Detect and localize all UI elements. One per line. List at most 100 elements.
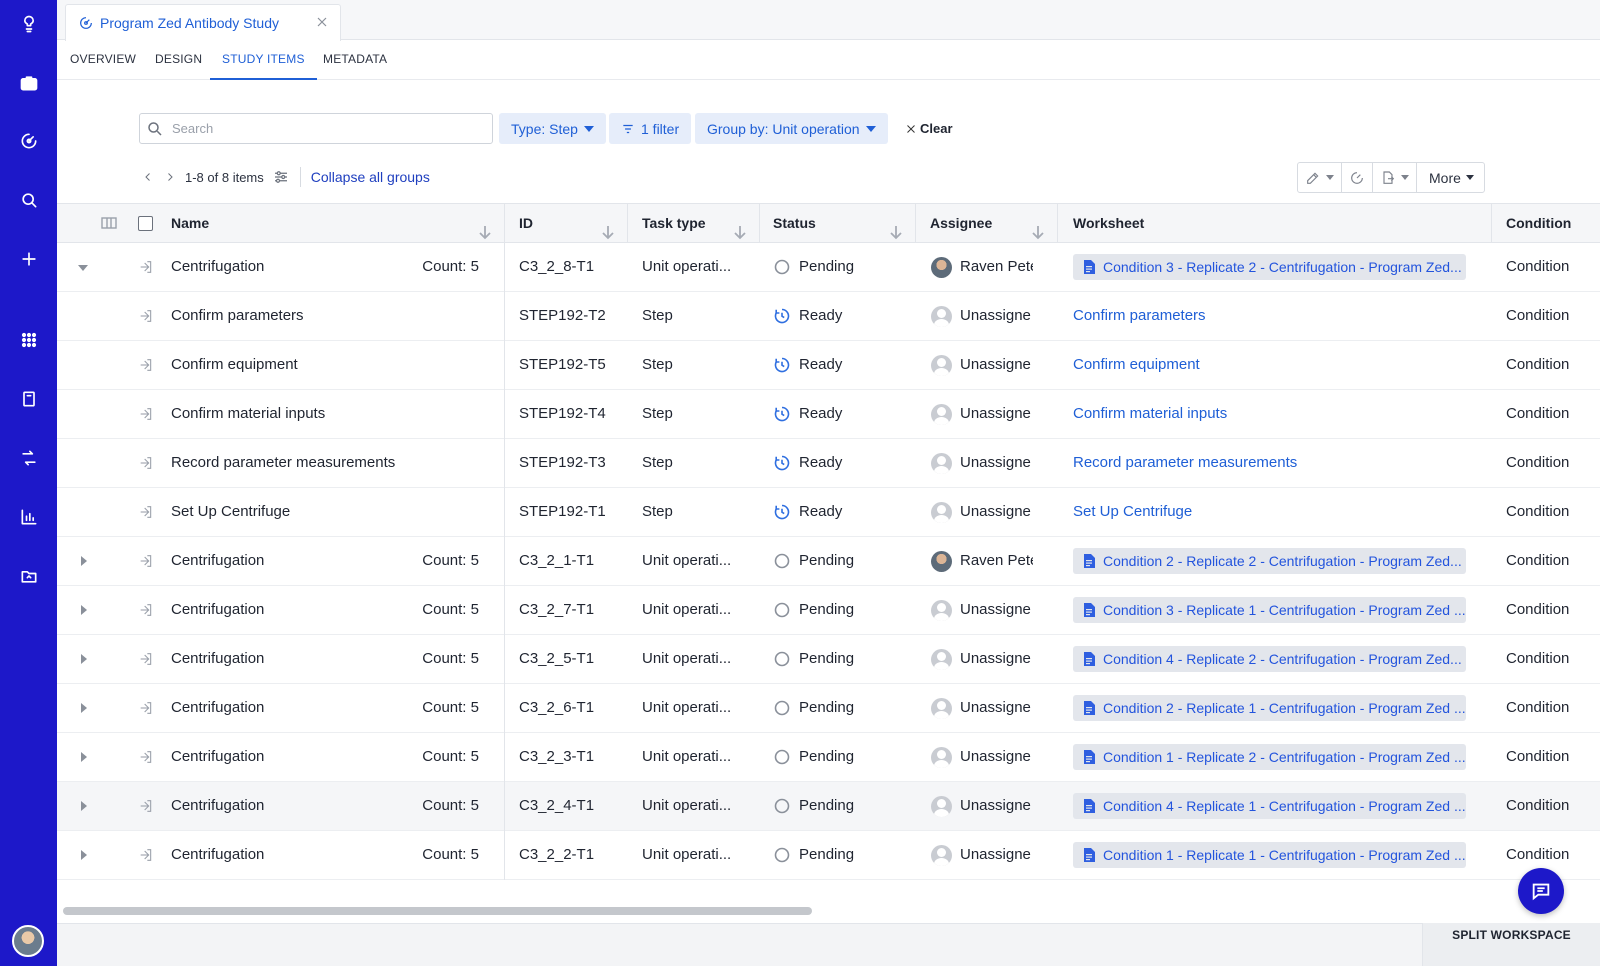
worksheet-chip-label[interactable]: Condition 4 - Replicate 1 - Centrifugati…	[1103, 798, 1466, 814]
row-assignee[interactable]: Unassigne	[960, 390, 1033, 438]
tab-study-items[interactable]: STUDY ITEMS	[210, 40, 317, 80]
expand-toggle-icon[interactable]	[81, 801, 87, 811]
expand-toggle-icon[interactable]	[81, 654, 87, 664]
clear-filters-button[interactable]: Clear	[905, 113, 953, 144]
worksheet-chip[interactable]: Condition 4 - Replicate 1 - Centrifugati…	[1073, 793, 1466, 819]
columns-icon[interactable]	[101, 216, 117, 232]
row-assignee[interactable]: Unassigne	[960, 439, 1033, 487]
select-all-checkbox[interactable]	[138, 216, 153, 231]
worksheet-chip[interactable]: Condition 3 - Replicate 1 - Centrifugati…	[1073, 597, 1466, 623]
horizontal-scrollbar[interactable]	[63, 907, 812, 915]
column-header-status[interactable]: Status	[773, 204, 915, 243]
row-assignee[interactable]: Raven Pete	[960, 537, 1033, 585]
sort-arrow-icon[interactable]	[889, 216, 903, 240]
chart-icon[interactable]	[0, 497, 57, 537]
table-row[interactable]: Centrifugation Count: 5 C3_2_7-T1 Unit o…	[57, 586, 1600, 635]
worksheet-chip[interactable]: Condition 1 - Replicate 2 - Centrifugati…	[1073, 744, 1466, 770]
tab-design[interactable]: DESIGN	[143, 40, 214, 80]
worksheet-chip-label[interactable]: Condition 1 - Replicate 1 - Centrifugati…	[1103, 847, 1466, 863]
column-header-id[interactable]: ID	[519, 204, 627, 243]
column-header-assignee[interactable]: Assignee	[930, 204, 1057, 243]
row-name[interactable]: Centrifugation	[171, 635, 421, 683]
worksheet-link[interactable]: Record parameter measurements	[1073, 439, 1483, 487]
row-assignee[interactable]: Unassigne	[960, 341, 1033, 389]
type-filter-button[interactable]: Type: Step	[499, 113, 606, 144]
table-row[interactable]: Centrifugation Count: 5 C3_2_1-T1 Unit o…	[57, 537, 1600, 586]
prev-page-icon[interactable]	[137, 166, 159, 188]
search-icon[interactable]	[0, 180, 57, 220]
worksheet-link[interactable]: Confirm parameters	[1073, 292, 1483, 340]
worksheet-chip-label[interactable]: Condition 3 - Replicate 2 - Centrifugati…	[1103, 259, 1462, 275]
table-row[interactable]: Confirm material inputs STEP192-T4 Step …	[57, 390, 1600, 439]
workflow-icon[interactable]	[0, 438, 57, 478]
table-row[interactable]: Centrifugation Count: 5 C3_2_3-T1 Unit o…	[57, 733, 1600, 782]
inventory-icon[interactable]	[0, 556, 57, 596]
expand-toggle-icon[interactable]	[78, 265, 88, 271]
document-tab[interactable]: Program Zed Antibody Study	[65, 4, 341, 41]
more-button[interactable]: More	[1417, 163, 1484, 192]
row-name[interactable]: Set Up Centrifuge	[171, 488, 421, 536]
worksheet-chip[interactable]: Condition 3 - Replicate 2 - Centrifugati…	[1073, 254, 1466, 280]
row-name[interactable]: Centrifugation	[171, 684, 421, 732]
worksheet-chip[interactable]: Condition 2 - Replicate 1 - Centrifugati…	[1073, 695, 1466, 721]
split-workspace-button[interactable]: SPLIT WORKSPACE	[1422, 923, 1600, 966]
row-name[interactable]: Record parameter measurements	[171, 439, 421, 487]
column-header-task-type[interactable]: Task type	[642, 204, 759, 243]
worksheet-chip[interactable]: Condition 2 - Replicate 2 - Centrifugati…	[1073, 548, 1466, 574]
row-assignee[interactable]: Unassigne	[960, 782, 1033, 830]
table-row[interactable]: Centrifugation Count: 5 C3_2_6-T1 Unit o…	[57, 684, 1600, 733]
row-assignee[interactable]: Unassigne	[960, 733, 1033, 781]
row-name[interactable]: Confirm parameters	[171, 292, 421, 340]
row-name[interactable]: Centrifugation	[171, 733, 421, 781]
row-assignee[interactable]: Unassigne	[960, 831, 1033, 879]
logo-icon[interactable]	[0, 4, 57, 44]
edit-button[interactable]	[1298, 163, 1342, 192]
table-row[interactable]: Confirm equipment STEP192-T5 Step Ready …	[57, 341, 1600, 390]
row-name[interactable]: Centrifugation	[171, 243, 421, 291]
expand-toggle-icon[interactable]	[81, 556, 87, 566]
row-assignee[interactable]: Raven Pete	[960, 243, 1033, 291]
study-icon[interactable]	[0, 121, 57, 161]
plus-icon[interactable]	[0, 239, 57, 279]
expand-toggle-icon[interactable]	[81, 703, 87, 713]
worksheet-chip-label[interactable]: Condition 2 - Replicate 1 - Centrifugati…	[1103, 700, 1466, 716]
worksheet-chip-label[interactable]: Condition 4 - Replicate 2 - Centrifugati…	[1103, 651, 1462, 667]
column-header-name[interactable]: Name	[171, 204, 504, 243]
row-name[interactable]: Confirm material inputs	[171, 390, 421, 438]
worksheet-chip-label[interactable]: Condition 2 - Replicate 2 - Centrifugati…	[1103, 553, 1462, 569]
row-name[interactable]: Centrifugation	[171, 782, 421, 830]
worksheet-chip-label[interactable]: Condition 3 - Replicate 1 - Centrifugati…	[1103, 602, 1466, 618]
table-row[interactable]: Set Up Centrifuge STEP192-T1 Step Ready …	[57, 488, 1600, 537]
collapse-all-groups-link[interactable]: Collapse all groups	[311, 169, 430, 185]
row-name[interactable]: Confirm equipment	[171, 341, 421, 389]
worksheet-chip-label[interactable]: Condition 1 - Replicate 2 - Centrifugati…	[1103, 749, 1466, 765]
table-row[interactable]: Centrifugation Count: 5 C3_2_2-T1 Unit o…	[57, 831, 1600, 880]
row-assignee[interactable]: Unassigne	[960, 586, 1033, 634]
row-name[interactable]: Centrifugation	[171, 537, 421, 585]
briefcase-icon[interactable]	[0, 63, 57, 103]
worksheet-chip[interactable]: Condition 4 - Replicate 2 - Centrifugati…	[1073, 646, 1466, 672]
next-page-icon[interactable]	[159, 166, 181, 188]
filter-button[interactable]: 1 filter	[609, 113, 692, 144]
table-row[interactable]: Confirm parameters STEP192-T2 Step Ready…	[57, 292, 1600, 341]
row-assignee[interactable]: Unassigne	[960, 292, 1033, 340]
apps-grid-icon[interactable]	[0, 320, 57, 360]
table-row[interactable]: Centrifugation Count: 5 C3_2_8-T1 Unit o…	[57, 243, 1600, 292]
row-assignee[interactable]: Unassigne	[960, 684, 1033, 732]
table-row[interactable]: Record parameter measurements STEP192-T3…	[57, 439, 1600, 488]
column-header-worksheet[interactable]: Worksheet	[1073, 204, 1491, 243]
row-assignee[interactable]: Unassigne	[960, 635, 1033, 683]
worksheet-link[interactable]: Confirm equipment	[1073, 341, 1483, 389]
sort-arrow-icon[interactable]	[733, 216, 747, 240]
expand-toggle-icon[interactable]	[81, 605, 87, 615]
study-action-button[interactable]	[1342, 163, 1373, 192]
export-button[interactable]	[1373, 163, 1417, 192]
user-avatar[interactable]	[12, 925, 44, 957]
column-header-condition[interactable]: Condition	[1506, 204, 1600, 243]
group-by-button[interactable]: Group by: Unit operation	[695, 113, 888, 144]
row-assignee[interactable]: Unassigne	[960, 488, 1033, 536]
table-row[interactable]: Centrifugation Count: 5 C3_2_5-T1 Unit o…	[57, 635, 1600, 684]
row-name[interactable]: Centrifugation	[171, 831, 421, 879]
sort-arrow-icon[interactable]	[478, 216, 492, 240]
tab-overview[interactable]: OVERVIEW	[58, 40, 148, 80]
